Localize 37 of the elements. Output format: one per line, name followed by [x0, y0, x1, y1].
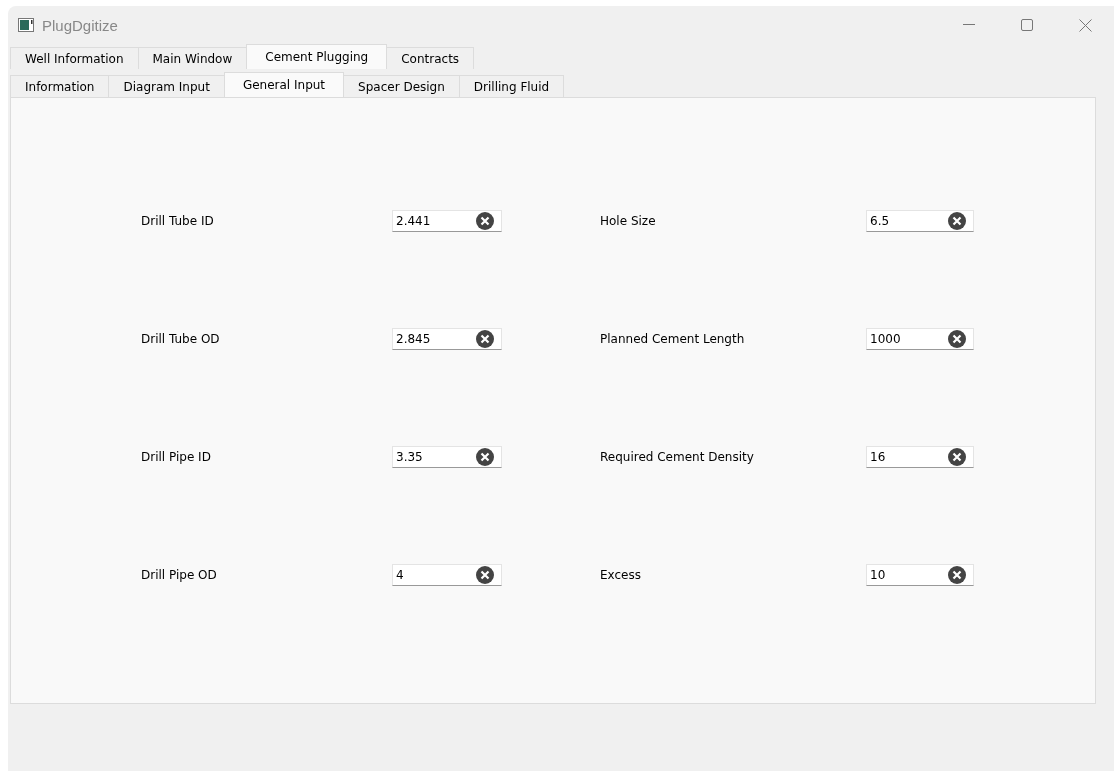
field-label: Hole Size: [600, 214, 657, 228]
tab[interactable]: Well Information: [10, 47, 139, 69]
input-field[interactable]: 2.845: [392, 328, 502, 350]
input-field[interactable]: 16: [866, 446, 974, 468]
tab[interactable]: Drilling Fluid: [458, 75, 565, 97]
field-label: Drill Pipe OD: [141, 568, 218, 582]
tab[interactable]: General Input: [223, 72, 345, 97]
field-label: Excess: [600, 568, 642, 582]
field-label: Drill Tube OD: [141, 332, 221, 346]
close-icon: [1078, 18, 1092, 32]
clear-icon[interactable]: [476, 212, 494, 230]
clear-icon[interactable]: [948, 566, 966, 584]
clear-icon[interactable]: [948, 448, 966, 466]
input-field[interactable]: 10: [866, 564, 974, 586]
clear-icon[interactable]: [476, 566, 494, 584]
clear-icon[interactable]: [476, 330, 494, 348]
field-label: Planned Cement Length: [600, 332, 746, 346]
tab[interactable]: Cement Plugging: [246, 44, 388, 69]
tab[interactable]: Contracts: [386, 47, 475, 69]
tab[interactable]: Diagram Input: [108, 75, 225, 97]
maximize-icon: [1021, 19, 1033, 31]
clear-icon[interactable]: [476, 448, 494, 466]
input-field[interactable]: 6.5: [866, 210, 974, 232]
field-label: Drill Pipe ID: [141, 450, 212, 464]
input-field[interactable]: 1000: [866, 328, 974, 350]
clear-icon[interactable]: [948, 212, 966, 230]
input-field[interactable]: 3.35: [392, 446, 502, 468]
minimize-icon: [963, 24, 975, 26]
input-field[interactable]: 2.441: [392, 210, 502, 232]
clear-icon[interactable]: [948, 330, 966, 348]
field-label: Drill Tube ID: [141, 214, 215, 228]
tab[interactable]: Information: [10, 75, 110, 97]
window-title: PlugDgitize: [42, 16, 119, 34]
input-field[interactable]: 4: [392, 564, 502, 586]
tab[interactable]: Spacer Design: [343, 75, 460, 97]
field-label: Required Cement Density: [600, 450, 755, 464]
app-icon: [18, 18, 34, 32]
